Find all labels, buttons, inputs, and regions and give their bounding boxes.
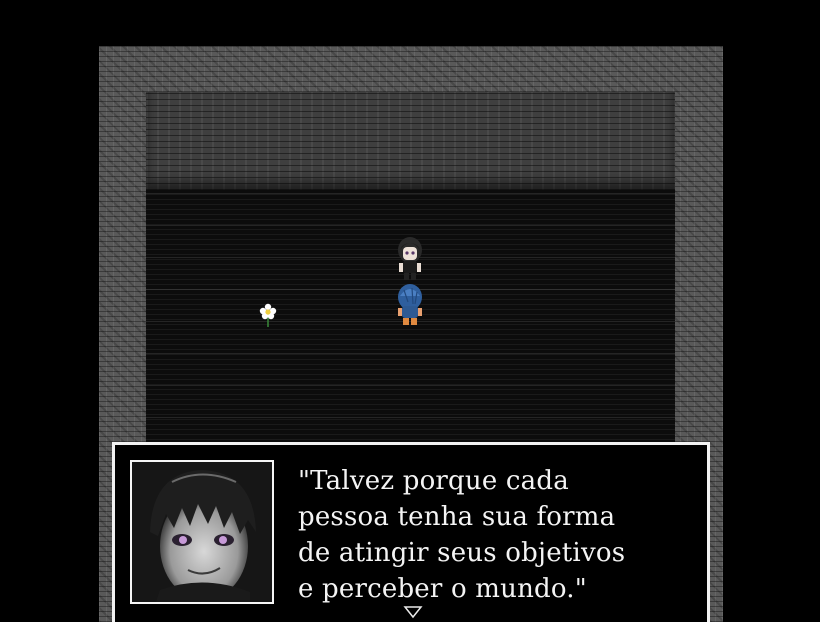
back-wall bbox=[146, 92, 675, 190]
player-sprite bbox=[398, 284, 422, 325]
character-portrait-icon bbox=[130, 460, 274, 604]
message-window[interactable]: "Talvez porque cada pessoa tenha sua for… bbox=[112, 442, 710, 622]
triangle-down-icon[interactable] bbox=[403, 605, 423, 619]
dialogue-text: "Talvez porque cada pessoa tenha sua for… bbox=[298, 466, 626, 604]
flower-icon bbox=[259, 303, 277, 327]
game-screen: "Talvez porque cada pessoa tenha sua for… bbox=[0, 0, 820, 622]
npc-sprite bbox=[398, 237, 422, 280]
portrait-drawing bbox=[132, 462, 272, 602]
